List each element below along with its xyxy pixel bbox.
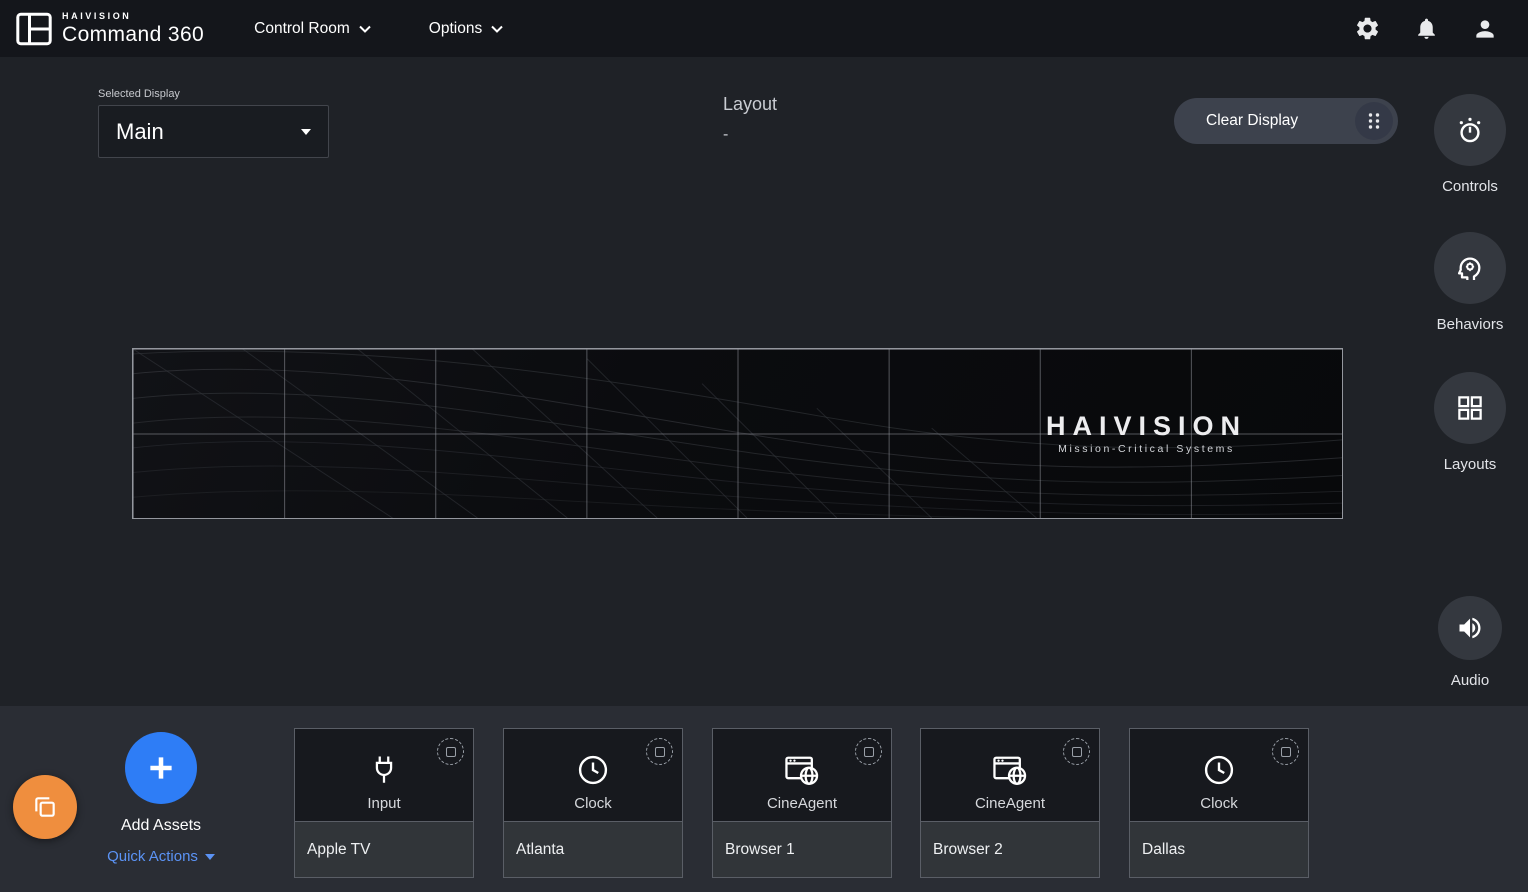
side-action-behaviors: Behaviors <box>1430 232 1510 333</box>
asset-card[interactable]: CineAgent Browser 2 <box>920 728 1100 878</box>
asset-name: Atlanta <box>504 821 682 877</box>
selected-display-label: Selected Display <box>98 88 329 100</box>
brand-name-large: Command 360 <box>62 24 204 45</box>
controls-label: Controls <box>1442 178 1498 195</box>
asset-bar: Add Assets Quick Actions Input Apple TV <box>0 706 1528 892</box>
clear-display-label: Clear Display <box>1206 112 1298 130</box>
drag-handle-icon[interactable] <box>437 738 464 765</box>
asset-bar-toggle-button[interactable] <box>13 775 77 839</box>
notifications-button[interactable] <box>1414 16 1439 41</box>
add-assets-button[interactable] <box>125 732 197 804</box>
drag-handle-square <box>864 747 874 757</box>
browser-globe-icon <box>990 752 1030 788</box>
selected-display-group: Selected Display Main <box>98 88 329 158</box>
asset-name: Apple TV <box>295 821 473 877</box>
wall-logo-title: HAIVISION <box>1046 413 1247 440</box>
drag-handle-square <box>655 747 665 757</box>
asset-card[interactable]: CineAgent Browser 1 <box>712 728 892 878</box>
asset-card-top: CineAgent <box>921 729 1099 821</box>
asset-name: Dallas <box>1130 821 1308 877</box>
layout-label: Layout <box>723 94 777 115</box>
asset-card[interactable]: Clock Dallas <box>1129 728 1309 878</box>
account-button[interactable] <box>1472 16 1498 42</box>
drag-dots-icon <box>1355 102 1393 140</box>
browser-globe-icon <box>782 752 822 788</box>
clock-icon <box>575 752 611 788</box>
display-select[interactable]: Main <box>98 105 329 158</box>
display-select-value: Main <box>116 119 164 145</box>
drag-handle-square <box>446 747 456 757</box>
drag-handle-icon[interactable] <box>646 738 673 765</box>
user-icon <box>1472 16 1498 42</box>
layout-info: Layout - <box>723 94 777 144</box>
settings-button[interactable] <box>1354 15 1381 42</box>
controls-button[interactable] <box>1434 94 1506 166</box>
asset-card[interactable]: Clock Atlanta <box>503 728 683 878</box>
brand-text: HAIVISION Command 360 <box>62 12 204 45</box>
plug-icon <box>367 752 401 788</box>
asset-name: Browser 2 <box>921 821 1099 877</box>
drag-handle-icon[interactable] <box>855 738 882 765</box>
chevron-down-icon <box>491 25 503 33</box>
asset-type: CineAgent <box>975 795 1045 812</box>
haivision-logo-icon <box>16 12 52 46</box>
asset-type: Input <box>367 795 400 812</box>
side-action-audio: Audio <box>1430 596 1510 689</box>
asset-name: Browser 1 <box>713 821 891 877</box>
quick-actions-button[interactable]: Quick Actions <box>101 847 221 866</box>
bell-icon <box>1414 16 1439 41</box>
chevron-down-icon <box>359 25 371 33</box>
controls-dial-icon <box>1454 114 1486 146</box>
nav-control-room[interactable]: Control Room <box>248 19 377 39</box>
asset-type: CineAgent <box>767 795 837 812</box>
main-nav: Control Room Options <box>248 19 509 39</box>
caret-down-icon <box>205 854 215 860</box>
asset-type: Clock <box>1200 795 1238 812</box>
behaviors-label: Behaviors <box>1437 316 1504 333</box>
add-assets-group: Add Assets Quick Actions <box>125 732 197 866</box>
layers-icon <box>32 794 58 820</box>
add-assets-label: Add Assets <box>121 817 201 835</box>
behaviors-button[interactable] <box>1434 232 1506 304</box>
plus-icon <box>144 751 178 785</box>
speaker-icon <box>1456 614 1484 642</box>
layouts-label: Layouts <box>1444 456 1497 473</box>
head-gear-icon <box>1454 252 1486 284</box>
brand-name-small: HAIVISION <box>62 12 204 21</box>
top-bar-actions <box>1354 15 1512 42</box>
asset-type: Clock <box>574 795 612 812</box>
asset-card[interactable]: Input Apple TV <box>294 728 474 878</box>
asset-card-top: Input <box>295 729 473 821</box>
top-bar: HAIVISION Command 360 Control Room Optio… <box>0 0 1528 57</box>
wall-logo-subtitle: Mission-Critical Systems <box>1046 443 1247 455</box>
layouts-button[interactable] <box>1434 372 1506 444</box>
audio-button[interactable] <box>1438 596 1502 660</box>
asset-card-top: CineAgent <box>713 729 891 821</box>
audio-label: Audio <box>1451 672 1489 689</box>
brand: HAIVISION Command 360 <box>16 12 204 46</box>
asset-card-top: Clock <box>504 729 682 821</box>
grid-squares-icon <box>1455 393 1485 423</box>
drag-handle-icon[interactable] <box>1272 738 1299 765</box>
side-action-controls: Controls <box>1430 94 1510 195</box>
clear-display-button[interactable]: Clear Display <box>1174 98 1398 144</box>
video-wall-preview[interactable]: HAIVISION Mission-Critical Systems <box>132 348 1343 519</box>
asset-card-top: Clock <box>1130 729 1308 821</box>
side-action-layouts: Layouts <box>1430 372 1510 473</box>
control-room-view: Selected Display Main Layout - Clear Dis… <box>0 57 1528 706</box>
quick-actions-label: Quick Actions <box>107 848 198 865</box>
caret-down-icon <box>301 129 311 135</box>
clock-icon <box>1201 752 1237 788</box>
drag-handle-icon[interactable] <box>1063 738 1090 765</box>
gear-icon <box>1354 15 1381 42</box>
layout-value: - <box>723 126 777 144</box>
wall-logo: HAIVISION Mission-Critical Systems <box>1046 413 1247 455</box>
nav-control-room-label: Control Room <box>254 20 350 38</box>
drag-handle-square <box>1072 747 1082 757</box>
drag-handle-square <box>1281 747 1291 757</box>
nav-options[interactable]: Options <box>423 19 509 39</box>
nav-options-label: Options <box>429 20 482 38</box>
